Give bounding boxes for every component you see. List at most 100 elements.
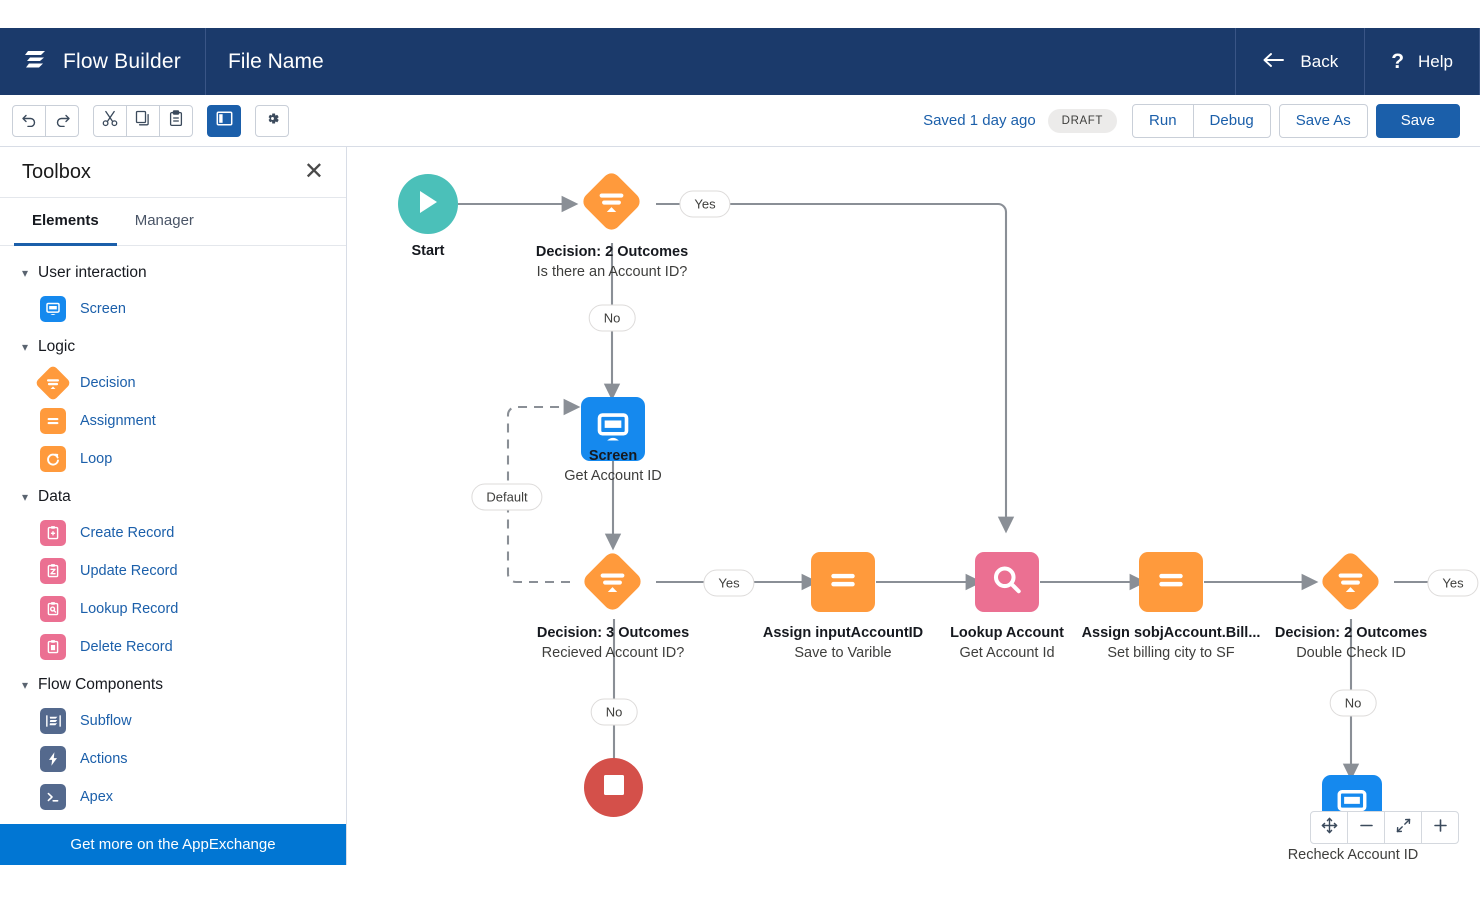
node-lookup-account-label: Lookup Account Get Account Id: [950, 623, 1064, 663]
help-button[interactable]: ? Help: [1365, 28, 1480, 95]
zoom-fit-button[interactable]: [1384, 811, 1422, 844]
decision-node-shape: [1319, 550, 1383, 614]
end-node-shape: [584, 758, 643, 817]
toolbox-tabs: Elements Manager: [0, 198, 346, 246]
group-user-interaction[interactable]: ▾ User interaction: [0, 254, 346, 290]
element-subflow-label: Subflow: [80, 713, 132, 729]
node-screen-1-title: Screen: [564, 446, 662, 466]
connector-label-decision3-yes[interactable]: Yes: [1427, 570, 1478, 597]
node-decision-2-title: Decision: 3 Outcomes: [537, 623, 689, 643]
element-assignment[interactable]: Assignment: [0, 402, 346, 440]
appexchange-link[interactable]: Get more on the AppExchange: [0, 824, 346, 865]
arrow-left-icon: [1262, 51, 1286, 72]
close-icon[interactable]: ✕: [304, 160, 324, 184]
connector-label-decision1-yes[interactable]: Yes: [679, 191, 730, 218]
connector-label-decision3-no[interactable]: No: [1330, 690, 1377, 717]
node-start[interactable]: [398, 174, 458, 234]
node-end[interactable]: [584, 758, 643, 817]
group-flow-components[interactable]: ▾ Flow Components: [0, 666, 346, 702]
top-strip: [0, 0, 1480, 28]
element-screen[interactable]: Screen: [0, 290, 346, 328]
connector-label-decision1-no[interactable]: No: [589, 305, 636, 332]
decision-icon: [35, 365, 72, 402]
assignment-icon: [826, 563, 860, 602]
zoom-out-button[interactable]: [1347, 811, 1385, 844]
pan-button[interactable]: [1310, 811, 1348, 844]
element-subflow[interactable]: Subflow: [0, 702, 346, 740]
node-assign-1-title: Assign inputAccountID: [763, 623, 923, 643]
assignment-node-shape: [1139, 552, 1203, 612]
settings-gear-icon: [264, 110, 281, 132]
node-lookup-account-title: Lookup Account: [950, 623, 1064, 643]
history-button-group: [12, 105, 79, 137]
save-as-button[interactable]: Save As: [1279, 104, 1368, 138]
zoom-in-button[interactable]: [1421, 811, 1459, 844]
tab-elements[interactable]: Elements: [14, 198, 117, 246]
element-lookup-record-label: Lookup Record: [80, 601, 178, 617]
node-decision-1[interactable]: [582, 172, 641, 231]
decision-icon: [599, 568, 627, 596]
decision-node-shape: [580, 170, 644, 234]
element-loop[interactable]: Loop: [0, 440, 346, 478]
brand-area[interactable]: Flow Builder: [0, 28, 206, 95]
canvas-zoom-controls: [1310, 811, 1459, 844]
saved-status: Saved 1 day ago: [923, 112, 1036, 129]
toolbox-element-list: ▾ User interaction Screen ▾ Logic: [0, 246, 346, 824]
node-assign-1-label: Assign inputAccountID Save to Varible: [763, 623, 923, 663]
element-screen-label: Screen: [80, 301, 126, 317]
element-actions-label: Actions: [80, 751, 128, 767]
toolbox-title: Toolbox: [22, 161, 91, 184]
decision-icon: [1337, 568, 1365, 596]
connector-label-decision2-no[interactable]: No: [591, 699, 638, 726]
settings-button[interactable]: [255, 105, 289, 137]
group-logic[interactable]: ▾ Logic: [0, 328, 346, 364]
redo-button[interactable]: [45, 105, 79, 137]
search-icon: [989, 562, 1025, 603]
node-lookup-account-subtitle: Get Account Id: [950, 643, 1064, 663]
back-button[interactable]: Back: [1236, 28, 1365, 95]
tab-elements-label: Elements: [32, 212, 99, 229]
update-record-icon: [40, 558, 66, 584]
node-assign-input-account-id[interactable]: [811, 552, 875, 612]
node-decision-3-label: Decision: 2 Outcomes Double Check ID: [1275, 623, 1427, 663]
element-update-record[interactable]: Update Record: [0, 552, 346, 590]
element-create-record[interactable]: Create Record: [0, 514, 346, 552]
node-decision-2[interactable]: [583, 552, 642, 611]
flow-canvas[interactable]: Start Decision: 2 Outcomes Is there an A…: [348, 147, 1480, 865]
connector-label-decision2-default[interactable]: Default: [471, 484, 542, 511]
appexchange-link-label: Get more on the AppExchange: [70, 836, 275, 853]
start-node-shape: [398, 174, 458, 234]
node-decision-3[interactable]: [1321, 552, 1380, 611]
delete-record-icon: [40, 634, 66, 660]
copy-button[interactable]: [126, 105, 160, 137]
group-data[interactable]: ▾ Data: [0, 478, 346, 514]
decision-icon: [598, 188, 626, 216]
cut-button[interactable]: [93, 105, 127, 137]
pan-icon: [1321, 817, 1338, 839]
file-name-area[interactable]: File Name: [206, 28, 1236, 95]
node-assign-billing-city[interactable]: [1139, 552, 1203, 612]
tab-manager[interactable]: Manager: [117, 198, 212, 246]
undo-button[interactable]: [12, 105, 46, 137]
undo-icon: [21, 110, 38, 132]
run-button[interactable]: Run: [1132, 104, 1194, 138]
connector-label-decision2-yes[interactable]: Yes: [703, 570, 754, 597]
element-actions[interactable]: Actions: [0, 740, 346, 778]
element-decision[interactable]: Decision: [0, 364, 346, 402]
tab-manager-label: Manager: [135, 212, 194, 229]
debug-button[interactable]: Debug: [1193, 104, 1271, 138]
element-lookup-record[interactable]: Lookup Record: [0, 590, 346, 628]
node-start-title: Start: [411, 241, 444, 261]
toggle-panel-button[interactable]: [207, 105, 241, 137]
save-button[interactable]: Save: [1376, 104, 1460, 138]
toggle-panel-icon: [216, 111, 233, 131]
node-start-label: Start: [411, 241, 444, 261]
paste-button[interactable]: [159, 105, 193, 137]
element-loop-label: Loop: [80, 451, 112, 467]
group-logic-label: Logic: [38, 338, 75, 356]
group-data-label: Data: [38, 488, 71, 506]
node-lookup-account[interactable]: [975, 552, 1039, 612]
node-screen-1-subtitle: Get Account ID: [564, 466, 662, 486]
element-delete-record[interactable]: Delete Record: [0, 628, 346, 666]
element-apex[interactable]: Apex: [0, 778, 346, 816]
